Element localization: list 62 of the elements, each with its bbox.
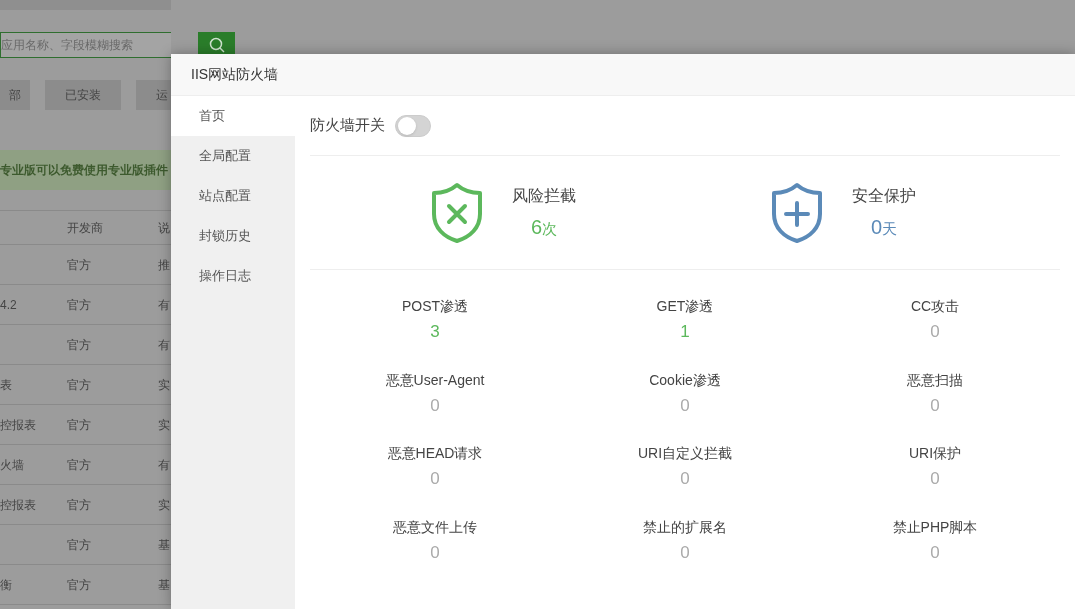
summary-label: 安全保护 <box>852 185 916 206</box>
stat-label: 恶意HEAD请求 <box>387 444 483 463</box>
stat-label: Cookie渗透 <box>649 370 721 390</box>
table-cell-text: 官方 <box>67 336 91 354</box>
table-cell-text: 基 <box>158 576 170 594</box>
stat-value: 0 <box>930 394 940 417</box>
table-cell-text: 火墙 <box>0 456 24 474</box>
stat-label: 恶意User-Agent <box>385 370 485 390</box>
stat-value: 0 <box>430 468 440 490</box>
table-cell-text: 表 <box>0 376 12 394</box>
table-cell-text: 官方 <box>67 416 91 434</box>
stat-value: 3 <box>430 321 440 343</box>
table-cell-text: 官方 <box>67 496 91 514</box>
stat-value: 1 <box>680 321 690 343</box>
table-cell-text: 推 <box>158 256 170 274</box>
summary-value: 6次 <box>530 214 558 240</box>
stat-value: 0 <box>430 394 440 417</box>
stat-value: 0 <box>680 468 690 490</box>
summary-value: 0天 <box>870 214 898 240</box>
stat-value: 0 <box>930 468 940 490</box>
stat-value: 0 <box>930 321 940 343</box>
stat-value: 0 <box>430 541 440 564</box>
table-cell-text: 官方 <box>67 456 91 474</box>
stat-label: 禁止的扩展名 <box>643 517 727 537</box>
stat-label: CC攻击 <box>910 297 960 316</box>
stat-label: URI保护 <box>908 444 962 463</box>
table-cell-text: 基 <box>158 536 170 554</box>
stat-value: 0 <box>680 541 690 564</box>
column-header: 开发商 <box>67 219 104 237</box>
dialog-title: IIS网站防火墙 <box>191 65 279 84</box>
firewall-switch[interactable] <box>395 114 431 137</box>
search-icon <box>208 37 225 53</box>
stat-label: 恶意文件上传 <box>393 517 477 537</box>
table-cell-text: 有 <box>158 336 170 354</box>
stat-label: URI自定义拦截 <box>637 444 733 463</box>
table-cell-text: 官方 <box>67 256 91 274</box>
nav-item[interactable]: 首页 <box>171 96 295 136</box>
shield-plus-icon <box>770 181 824 244</box>
stat-value: 0 <box>930 541 940 564</box>
toggle-label: 防火墙开关 <box>310 115 385 136</box>
table-cell-text: 官方 <box>67 536 91 554</box>
table-cell-text: 有 <box>158 456 170 474</box>
table-cell-text: 实 <box>158 416 170 434</box>
table-cell-text: 衡 <box>0 576 12 594</box>
stat-label: 禁止PHP脚本 <box>892 517 978 537</box>
stat-label: GET渗透 <box>656 297 714 316</box>
table-cell-text: 官方 <box>67 576 91 594</box>
table-cell-text: 实 <box>158 376 170 394</box>
table-cell-text: 官方 <box>67 376 91 394</box>
stat-value: 0 <box>680 394 690 417</box>
table-cell-text: 官方 <box>67 296 91 314</box>
stat-label: POST渗透 <box>401 297 469 316</box>
table-cell-text: 4.2 <box>0 296 17 314</box>
banner-text: 专业版可以免费使用专业版插件 <box>0 162 168 179</box>
table-cell-text: 控报表 <box>0 496 36 514</box>
stat-label: 恶意扫描 <box>907 370 963 390</box>
table-cell-text: 实 <box>158 496 170 514</box>
column-header: 说 <box>158 219 170 237</box>
table-cell-text: 有 <box>158 296 170 314</box>
shield-cross-icon <box>430 181 484 244</box>
summary-label: 风险拦截 <box>512 185 576 206</box>
table-cell-text: 控报表 <box>0 416 36 434</box>
